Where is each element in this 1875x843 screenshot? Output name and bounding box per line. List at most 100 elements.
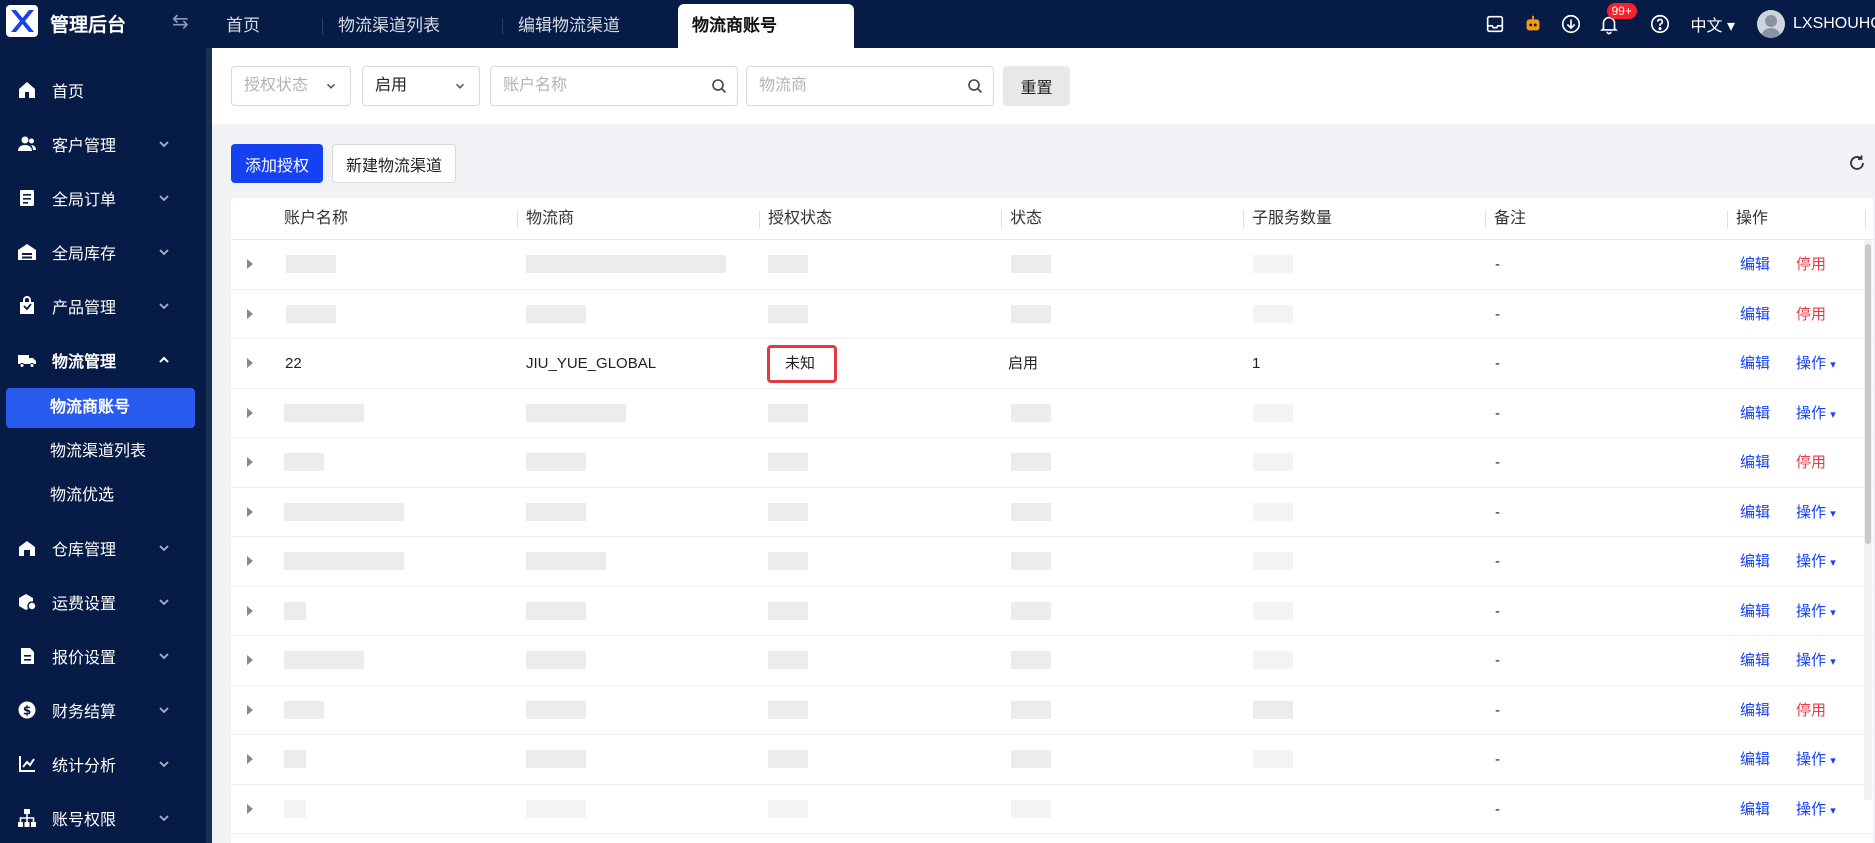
more-actions-dropdown[interactable]: 操作 ▾ (1796, 389, 1836, 438)
expand-row-icon[interactable] (244, 407, 256, 419)
table-row: - 编辑 停用 (231, 240, 1873, 290)
more-actions-dropdown[interactable]: 操作 ▾ (1796, 488, 1836, 537)
header-divider (1727, 210, 1728, 228)
expand-row-icon[interactable] (244, 654, 256, 666)
sidebar-item-permissions[interactable]: 账号权限 (0, 798, 200, 838)
header-divider (1865, 210, 1866, 228)
tab-carrier-account[interactable]: 物流商账号 (678, 4, 854, 48)
table-header: 账户名称 物流商 授权状态 状态 子服务数量 备注 操作 (231, 198, 1873, 240)
redacted-count (1253, 552, 1293, 570)
add-auth-button[interactable]: 添加授权 (231, 144, 323, 183)
sidebar-item-inventory[interactable]: 全局库存 (0, 232, 200, 272)
avatar[interactable] (1757, 10, 1785, 38)
edit-link[interactable]: 编辑 (1740, 339, 1770, 388)
disable-link[interactable]: 停用 (1796, 290, 1826, 339)
account-name-input[interactable]: 账户名称 (490, 66, 738, 106)
expand-row-icon[interactable] (244, 605, 256, 617)
more-actions-dropdown[interactable]: 操作 ▾ (1796, 735, 1836, 784)
sidebar-item-freight[interactable]: 运费设置 (0, 582, 200, 622)
tab-channel-list[interactable]: 物流渠道列表 (322, 0, 502, 48)
sidebar-item-customers[interactable]: 客户管理 (0, 124, 200, 164)
sidebar-item-logistics[interactable]: 物流管理 (0, 340, 200, 380)
expand-row-icon[interactable] (244, 357, 256, 369)
status-select[interactable]: 启用 (362, 66, 480, 106)
more-actions-dropdown[interactable]: 操作 ▾ (1796, 339, 1836, 388)
tab-edit-channel[interactable]: 编辑物流渠道 (502, 0, 678, 48)
chevron-down-icon: ▾ (1830, 507, 1836, 520)
disable-link[interactable]: 停用 (1796, 240, 1826, 289)
reset-button[interactable]: 重置 (1003, 66, 1070, 106)
more-actions-dropdown[interactable]: 操作 ▾ (1796, 636, 1836, 685)
remark-cell: - (1495, 355, 1500, 372)
redacted-status (1011, 403, 1051, 422)
edit-link[interactable]: 编辑 (1740, 587, 1770, 636)
tab-home[interactable]: 首页 (210, 0, 322, 48)
sidebar-item-stats[interactable]: 统计分析 (0, 744, 200, 784)
refresh-icon[interactable] (1848, 154, 1866, 172)
help-icon[interactable] (1648, 12, 1672, 36)
auth-status-select[interactable]: 授权状态 (231, 66, 351, 106)
more-actions-label: 操作 (1796, 602, 1827, 620)
search-icon[interactable] (967, 78, 983, 94)
inbox-icon[interactable] (1483, 12, 1507, 36)
redacted-account-name (284, 601, 306, 620)
sidebar-item-finance[interactable]: $ 财务结算 (0, 690, 200, 730)
edit-link[interactable]: 编辑 (1740, 290, 1770, 339)
username[interactable]: LXSHOUHOU (1793, 15, 1875, 33)
edit-link[interactable]: 编辑 (1740, 488, 1770, 537)
sidebar-item-orders[interactable]: 全局订单 (0, 178, 200, 218)
chevron-down-icon (159, 761, 169, 768)
edit-link[interactable]: 编辑 (1740, 735, 1770, 784)
redacted-account-name (284, 453, 324, 471)
robot-icon[interactable] (1521, 12, 1545, 36)
chevron-down-icon: ▾ (1830, 656, 1836, 668)
expand-row-icon[interactable] (244, 258, 256, 270)
redacted-status (1011, 750, 1051, 768)
col-account-name: 账户名称 (284, 210, 349, 227)
expand-row-icon[interactable] (244, 555, 256, 567)
collapse-sidebar-icon[interactable]: ⇆ (172, 9, 189, 34)
sidebar-item-warehouse[interactable]: 仓库管理 (0, 528, 200, 568)
remark-cell: - (1495, 701, 1500, 719)
sidebar-item-quote[interactable]: 报价设置 (0, 636, 200, 676)
expand-row-icon[interactable] (244, 506, 256, 518)
redacted-status (1011, 255, 1051, 273)
edit-link[interactable]: 编辑 (1740, 537, 1770, 586)
new-channel-button[interactable]: 新建物流渠道 (332, 144, 456, 183)
bell-icon[interactable]: 99+ (1597, 3, 1637, 36)
edit-link[interactable]: 编辑 (1740, 785, 1770, 834)
expand-row-icon[interactable] (244, 803, 256, 815)
more-actions-label: 操作 (1796, 553, 1827, 570)
remark-cell: - (1495, 503, 1500, 521)
sidebar-item-label: 全局库存 (52, 246, 117, 263)
redacted-carrier (526, 403, 626, 422)
disable-link[interactable]: 停用 (1796, 438, 1826, 487)
sidebar-sub-carrier-account[interactable]: 物流商账号 (6, 388, 195, 428)
redacted-auth-status (768, 799, 808, 818)
expand-row-icon[interactable] (244, 456, 256, 468)
table-panel: 添加授权 新建物流渠道 账户名称 物流商 授权状态 状态 子服务数量 备注 操作 (212, 124, 1875, 843)
more-actions-dropdown[interactable]: 操作 ▾ (1796, 785, 1836, 834)
sidebar-item-home[interactable]: 首页 (0, 70, 200, 110)
sidebar-sub-logistics-preferred[interactable]: 物流优选 (6, 476, 195, 516)
edit-link[interactable]: 编辑 (1740, 686, 1770, 735)
edit-link[interactable]: 编辑 (1740, 240, 1770, 289)
search-icon[interactable] (711, 78, 727, 94)
store-icon (16, 537, 38, 559)
carrier-input[interactable]: 物流商 (746, 66, 994, 106)
table-scrollbar-thumb[interactable] (1865, 244, 1871, 544)
expand-row-icon[interactable] (244, 753, 256, 765)
expand-row-icon[interactable] (244, 308, 256, 320)
sidebar-item-label: 物流管理 (52, 354, 117, 371)
more-actions-dropdown[interactable]: 操作 ▾ (1796, 587, 1836, 636)
sidebar-sub-channel-list[interactable]: 物流渠道列表 (6, 432, 195, 472)
expand-row-icon[interactable] (244, 704, 256, 716)
download-icon[interactable] (1559, 12, 1583, 36)
disable-link[interactable]: 停用 (1796, 686, 1826, 735)
edit-link[interactable]: 编辑 (1740, 438, 1770, 487)
edit-link[interactable]: 编辑 (1740, 389, 1770, 438)
language-select[interactable]: 中文 ▾ (1691, 12, 1736, 36)
sidebar-item-products[interactable]: 产品管理 (0, 286, 200, 326)
more-actions-dropdown[interactable]: 操作 ▾ (1796, 537, 1836, 586)
edit-link[interactable]: 编辑 (1740, 636, 1770, 685)
